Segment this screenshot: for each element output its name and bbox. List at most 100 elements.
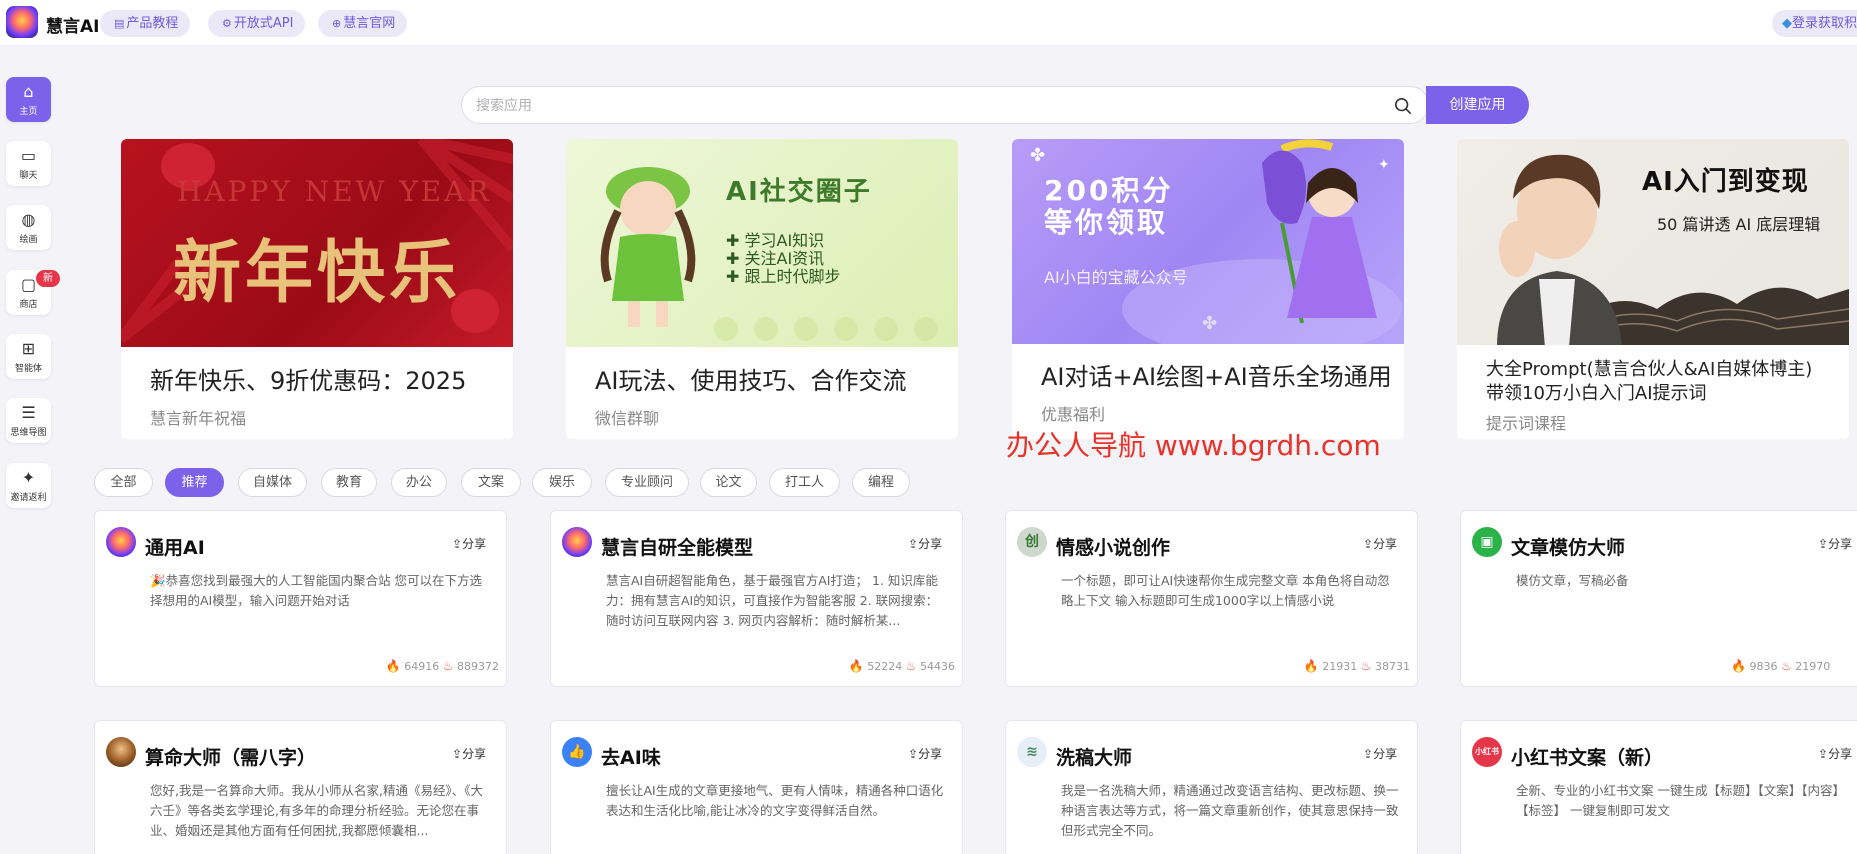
sidebar-item-home[interactable]: ⌂ 主页 bbox=[6, 77, 51, 122]
filter-chip-programming[interactable]: 编程 bbox=[852, 468, 910, 497]
share-button[interactable]: ⇪分享 bbox=[1363, 535, 1397, 552]
app-title: 洗稿大师 bbox=[1056, 747, 1133, 769]
chat-icon: ▭ bbox=[20, 146, 37, 165]
share-button[interactable]: ⇪分享 bbox=[452, 535, 486, 552]
banner-subtitle: 慧言新年祝福 bbox=[150, 409, 247, 428]
app-description: 慧言AI自研超智能角色，基于最强官方AI打造； 1. 知识库能力：拥有慧言AI的… bbox=[606, 573, 939, 628]
create-app-button[interactable]: 创建应用 bbox=[1426, 86, 1529, 124]
palette-icon: ◍ bbox=[21, 210, 36, 229]
share-button[interactable]: ⇪分享 bbox=[452, 745, 486, 762]
hot-icon: 🔥 bbox=[848, 659, 864, 673]
app-stats: 🔥 21931 ♨ 38731 bbox=[1303, 659, 1410, 673]
app-card-xiaohongshu-copy[interactable]: 小红书 小红书文案（新） ⇪分享 全新、专业的小红书文案 一键生成【标题】【文案… bbox=[1460, 720, 1857, 854]
gift-icon: ✦ bbox=[21, 468, 36, 487]
cartoon-boy-illustration bbox=[1497, 154, 1622, 345]
api-gear-icon: ⚙ bbox=[222, 17, 232, 30]
app-stats: 🔥 9836 ♨ 21970 bbox=[1731, 659, 1831, 673]
flame-icon: ♨ bbox=[1780, 659, 1792, 673]
app-description: 全新、专业的小红书文案 一键生成【标题】【文案】【内容】【标签】 一键复制即可发… bbox=[1516, 783, 1845, 818]
banner-new-year-image: HAPPY NEW YEAR 新年快乐 bbox=[121, 139, 513, 347]
mindmap-icon: ☰ bbox=[21, 403, 36, 422]
banner-ai-social-image: AI社交圈子 ✚ 学习AI知识 ✚ 关注AI资讯 ✚ 跟上时代脚步 bbox=[566, 139, 958, 347]
banner-title: 新年快乐、9折优惠码：2025 bbox=[150, 367, 467, 395]
filter-chip-entertainment[interactable]: 娱乐 bbox=[532, 468, 592, 497]
sidebar-item-agent[interactable]: ⊞ 智能体 bbox=[6, 334, 51, 379]
app-description: 我是一名洗稿大师，精通通过改变语言结构、更改标题、换一种语言表达等方式，将一篇文… bbox=[1061, 783, 1399, 838]
share-button[interactable]: ⇪分享 bbox=[1818, 745, 1852, 762]
sidebar-item-mindmap[interactable]: ☰ 思维导图 bbox=[6, 398, 51, 443]
filter-chip-consultant[interactable]: 专业顾问 bbox=[605, 468, 689, 497]
doll-with-tulip-illustration bbox=[1262, 150, 1377, 324]
app-description: 🎉恭喜您找到最强大的人工智能国内聚合站 您可以在下方选择想用的AI模型，输入问题… bbox=[150, 573, 483, 608]
sidebar-item-chat[interactable]: ▭ 聊天 bbox=[6, 141, 51, 186]
filter-chip-media[interactable]: 自媒体 bbox=[238, 468, 307, 497]
share-icon: ⇪ bbox=[1818, 747, 1829, 761]
share-button[interactable]: ⇪分享 bbox=[908, 535, 942, 552]
filter-chip-all[interactable]: 全部 bbox=[94, 468, 153, 497]
filter-chip-office[interactable]: 办公 bbox=[391, 468, 447, 497]
banner-subtitle: 提示词课程 bbox=[1486, 414, 1567, 433]
share-icon: ⇪ bbox=[452, 747, 463, 761]
app-stats: 🔥 64916 ♨ 889372 bbox=[385, 659, 499, 673]
app-card-fortune-teller[interactable]: 算命大师（需八字） ⇪分享 您好,我是一名算命大师。我从小师从名家,精通《易经》… bbox=[94, 720, 507, 854]
banner-new-year[interactable]: HAPPY NEW YEAR 新年快乐 新年快乐、9折优惠码：2025 慧言新年… bbox=[121, 139, 513, 439]
app-icon bbox=[106, 737, 136, 767]
app-title: 通用AI bbox=[145, 537, 205, 559]
share-button[interactable]: ⇪分享 bbox=[1363, 745, 1397, 762]
app-card-remove-ai-tone[interactable]: 👍 去AI味 ⇪分享 擅长让AI生成的文章更接地气、更有人情味，精通各种口语化表… bbox=[550, 720, 963, 854]
filter-chip-worker[interactable]: 打工人 bbox=[769, 468, 840, 497]
xiaohongshu-icon: 小红书 bbox=[1472, 737, 1502, 767]
share-button[interactable]: ⇪分享 bbox=[908, 745, 942, 762]
nav-official-site[interactable]: ⊕ 慧言官网 bbox=[318, 10, 408, 37]
filter-chip-recommended[interactable]: 推荐 bbox=[165, 468, 224, 497]
home-icon: ⌂ bbox=[23, 82, 34, 101]
brand-logo[interactable] bbox=[6, 6, 38, 38]
app-description: 一个标题，即可让AI快速帮你生成完整文章 本角色将自动忽略上下文 输入标题即可生… bbox=[1061, 573, 1390, 608]
app-stats: 🔥 52224 ♨ 54436 bbox=[848, 659, 955, 673]
app-card-general-ai[interactable]: 通用AI ⇪分享 🎉恭喜您找到最强大的人工智能国内聚合站 您可以在下方选择想用的… bbox=[94, 510, 507, 687]
cartoon-girl-illustration bbox=[600, 167, 696, 327]
app-card-article-imitation[interactable]: ▣ 文章模仿大师 ⇪分享 模仿文章，写稿必备 🔥 9836 ♨ 21970 bbox=[1460, 510, 1857, 687]
banner-points-image: ✤ ✦ ✤ 200积分等你领取 AI小白的宝藏公众号 bbox=[1012, 139, 1404, 344]
sidebar-item-invite[interactable]: ✦ 邀请返利 bbox=[6, 463, 51, 508]
app-title: 小红书文案（新） bbox=[1511, 747, 1664, 769]
svg-text:✤: ✤ bbox=[1030, 145, 1045, 166]
hot-icon: 🔥 bbox=[1303, 659, 1319, 673]
share-icon: ⇪ bbox=[908, 747, 919, 761]
book-icon: ▤ bbox=[114, 17, 125, 30]
app-card-rewrite-master[interactable]: ≋ 洗稿大师 ⇪分享 我是一名洗稿大师，精通通过改变语言结构、更改标题、换一种语… bbox=[1005, 720, 1418, 854]
watermark-text: 办公人导航 www.bgrdh.com bbox=[1006, 429, 1381, 462]
login-button[interactable]: ◆登录获取积分 bbox=[1772, 10, 1857, 37]
banner-title: AI玩法、使用技巧、合作交流 bbox=[595, 367, 907, 395]
banner-ai-social[interactable]: AI社交圈子 ✚ 学习AI知识 ✚ 关注AI资讯 ✚ 跟上时代脚步 AI玩法、使… bbox=[566, 139, 958, 439]
flame-icon: ♨ bbox=[442, 659, 454, 673]
search-icon[interactable] bbox=[1394, 97, 1412, 115]
agent-grid-icon: ⊞ bbox=[21, 339, 36, 358]
app-description: 模仿文章，写稿必备 bbox=[1516, 573, 1629, 588]
search-input[interactable] bbox=[476, 95, 1376, 117]
app-title: 文章模仿大师 bbox=[1511, 537, 1626, 559]
banner-points-offer[interactable]: ✤ ✦ ✤ 200积分等你领取 AI小白的宝藏公众号 AI对话+AI绘图+AI音… bbox=[1012, 139, 1404, 439]
app-card-romance-novel[interactable]: 创 情感小说创作 ⇪分享 一个标题，即可让AI快速帮你生成完整文章 本角色将自动… bbox=[1005, 510, 1418, 687]
nav-product-tutorial[interactable]: ▤ 产品教程 bbox=[100, 10, 191, 37]
top-bar: 慧言AI ▤产品教程 ⚙开放式API ⊕慧言官网 ◆登录获取积分 bbox=[0, 0, 1857, 46]
share-icon: ⇪ bbox=[1363, 537, 1374, 551]
share-icon: ⇪ bbox=[452, 537, 463, 551]
banner-title-line2: 带领10万小白入门AI提示词 bbox=[1486, 383, 1707, 404]
banner-title: AI对话+AI绘图+AI音乐全场通用 bbox=[1041, 363, 1392, 391]
app-icon: ≋ bbox=[1017, 737, 1047, 767]
nav-open-api[interactable]: ⚙ 开放式API bbox=[208, 10, 306, 37]
sidebar-item-draw[interactable]: ◍ 绘画 bbox=[6, 205, 51, 250]
filter-chip-copywriting[interactable]: 文案 bbox=[461, 468, 521, 497]
filter-chip-paper[interactable]: 论文 bbox=[700, 468, 757, 497]
brand-name[interactable]: 慧言AI bbox=[46, 12, 99, 37]
share-button[interactable]: ⇪分享 bbox=[1818, 535, 1852, 552]
banner-prompt-course[interactable]: AI入门到变现 50 篇讲透 AI 底层理辑 大全Prompt(慧言合伙人&AI… bbox=[1457, 139, 1849, 439]
app-icon bbox=[562, 527, 592, 557]
app-card-huiyan-model[interactable]: 慧言自研全能模型 ⇪分享 慧言AI自研超智能角色，基于最强官方AI打造； 1. … bbox=[550, 510, 963, 687]
app-title: 去AI味 bbox=[601, 747, 661, 769]
hot-icon: 🔥 bbox=[1731, 659, 1746, 673]
app-title: 情感小说创作 bbox=[1056, 537, 1171, 559]
thumbs-up-icon: 👍 bbox=[562, 737, 592, 767]
filter-chip-education[interactable]: 教育 bbox=[321, 468, 377, 497]
